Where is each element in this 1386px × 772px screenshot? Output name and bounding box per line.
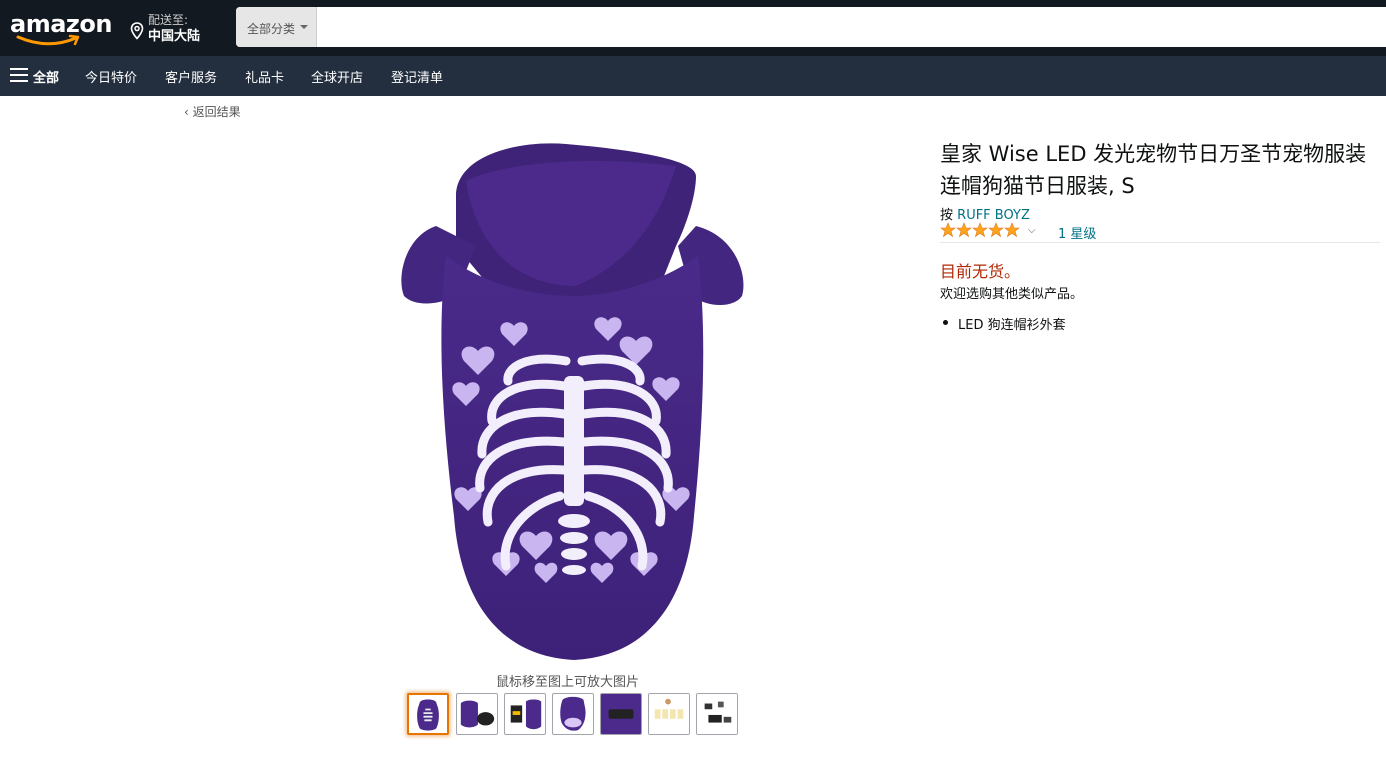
availability-status: 目前无货。 [940,262,1021,281]
hamburger-menu-icon[interactable] [10,68,28,82]
thumbnail-5[interactable] [600,693,642,735]
nav-bar: 全部 今日特价 客户服务 礼品卡 全球开店 登记清单 [0,56,1386,96]
nav-item-deals[interactable]: 今日特价 [85,67,137,86]
zoom-hint: 鼠标移至图上可放大图片 [496,675,640,690]
bullet-dot [943,320,948,325]
thumb-package-icon [510,699,542,730]
thumb-hoodie-back-icon [560,696,586,731]
feature-bullet: LED 狗连帽衫外套 [958,318,1066,333]
product-main-image[interactable] [396,136,752,666]
thumb-hoodie-collar-icon [460,700,495,728]
brand-link[interactable]: RUFF BOYZ [957,208,1030,223]
thumbnail-1[interactable] [407,693,449,735]
thumbnail-4[interactable] [552,693,594,735]
rating-row: ⌵ 1 星级 [940,222,1380,242]
availability-subtext: 欢迎选购其他类似产品。 [940,287,1084,302]
amazon-logo[interactable]: amazon [8,8,112,48]
thumbnail-3[interactable] [504,693,546,735]
caret-down-icon [300,25,308,29]
deliver-location: 中国大陆 [148,29,201,44]
search-bar: 全部分类 [236,7,1386,47]
thumb-size-chart-icon [649,694,689,734]
thumbnail-7[interactable] [696,693,738,735]
thumbnail-2[interactable] [456,693,498,735]
nav-item-sell[interactable]: 全球开店 [311,67,363,86]
thumb-fabric-icon [601,694,641,734]
thumbnail-6[interactable] [648,693,690,735]
logo-smile-icon [16,34,80,46]
nav-item-gift-cards[interactable]: 礼品卡 [245,67,284,86]
brand-prefix: 按 [940,208,954,223]
rating-count-link[interactable]: 1 星级 [1058,223,1096,242]
top-header: amazon 配送至: 中国大陆 全部分类 [0,0,1386,56]
nav-all[interactable]: 全部 [33,67,59,86]
star-rating-icon[interactable] [940,222,1020,238]
thumb-hoodie-icon [417,699,439,731]
nav-item-customer-service[interactable]: 客户服务 [165,67,217,86]
brand-byline: 按 RUFF BOYZ [940,204,1030,223]
nav-item-registry[interactable]: 登记清单 [391,67,443,86]
search-input[interactable] [318,7,1386,47]
chevron-down-icon[interactable]: ⌵ [1028,225,1036,236]
search-category-label: 全部分类 [247,22,296,36]
back-to-results-link[interactable]: ‹ 返回结果 [184,103,241,120]
thumb-parts-icon [697,694,737,734]
product-title: 皇家 Wise LED 发光宠物节日万圣节宠物服装连帽狗猫节日服装, S [940,142,1367,198]
deliver-to[interactable]: 配送至: 中国大陆 [128,10,218,46]
search-category-dropdown[interactable]: 全部分类 [236,7,317,47]
location-pin-icon [130,22,144,40]
divider [940,242,1380,243]
